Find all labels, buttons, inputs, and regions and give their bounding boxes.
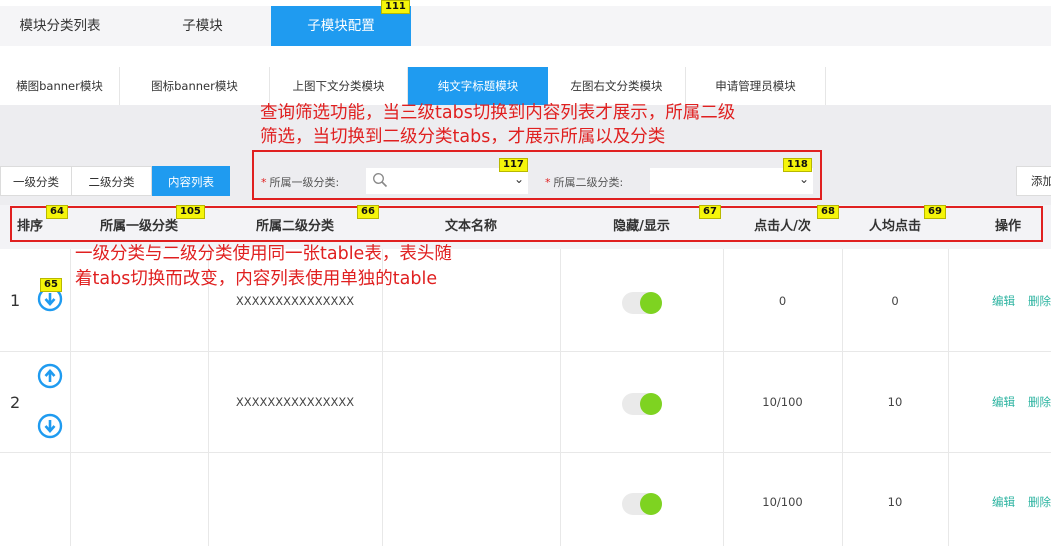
chevron-down-icon: ⌄: [513, 172, 524, 186]
table-row: 10/100 10 编辑 删除: [0, 453, 1051, 546]
search-icon: [373, 173, 388, 188]
level2-value: XXXXXXXXXXXXXXX: [235, 294, 355, 308]
tab-module-category-list[interactable]: 模块分类列表: [0, 6, 120, 46]
col-actions[interactable]: 操作: [995, 205, 1051, 249]
sub-tab-bar: 横图banner模块 图标banner模块 上图下文分类模块 纯文字标题模块 左…: [0, 67, 1051, 105]
badge-col-visible: 67: [699, 205, 721, 219]
badge-select1: 117: [499, 158, 528, 172]
move-up-icon[interactable]: [37, 363, 63, 389]
row-index: 2: [10, 393, 21, 412]
annotation-table-line2: 着tabs切换而改变，内容列表使用单独的table: [75, 269, 438, 289]
badge-row1-down: 65: [40, 278, 62, 292]
delete-link[interactable]: 删除: [1028, 394, 1051, 410]
clicks-value: 10/100: [762, 495, 803, 509]
clicks-value: 0: [778, 294, 787, 308]
annotation-filter-line2: 筛选，当切换到二级分类tabs，才展示所属以及分类: [260, 127, 666, 147]
visibility-toggle[interactable]: [622, 292, 662, 314]
avg-clicks-value: 10: [887, 495, 903, 509]
row-index: 1: [10, 291, 21, 310]
table-row: 2 XXXXXXXXXXXXXXX 10/100 10 编辑 删除: [0, 352, 1051, 453]
edit-link[interactable]: 编辑: [992, 394, 1015, 410]
tab-level2-category[interactable]: 二级分类: [71, 166, 152, 196]
subtab-icon-banner[interactable]: 图标banner模块: [120, 67, 270, 105]
delete-link[interactable]: 删除: [1028, 293, 1051, 309]
badge-col-level2: 66: [357, 205, 379, 219]
level1-filter-label: * 所属一级分类:: [261, 176, 340, 189]
subtab-apply-admin[interactable]: 申请管理员模块: [686, 67, 826, 105]
move-down-icon[interactable]: [37, 413, 63, 439]
avg-clicks-value: 10: [887, 395, 903, 409]
clicks-value: 10/100: [762, 395, 803, 409]
annotation-table-line1: 一级分类与二级分类使用同一张table表，表头随: [75, 244, 452, 264]
top-tab-bar: 模块分类列表 子模块 子模块配置: [0, 6, 1051, 46]
avg-clicks-value: 0: [891, 294, 899, 308]
subtab-text-title[interactable]: 纯文字标题模块: [408, 67, 548, 105]
badge-col-avg: 69: [924, 205, 946, 219]
tab-content-list[interactable]: 内容列表: [152, 166, 230, 196]
subtab-image-left-text-right[interactable]: 左图右文分类模块: [548, 67, 686, 105]
subtab-horizontal-banner[interactable]: 横图banner模块: [0, 67, 120, 105]
badge-tab-config: 111: [381, 0, 410, 14]
tab-submodule[interactable]: 子模块: [140, 6, 265, 46]
subtab-image-top-text-bottom[interactable]: 上图下文分类模块: [270, 67, 408, 105]
chevron-down-icon: ⌄: [798, 172, 809, 186]
level2-value: XXXXXXXXXXXXXXX: [235, 395, 355, 409]
visibility-toggle[interactable]: [622, 393, 662, 415]
badge-col-sort: 64: [46, 205, 68, 219]
tab-level1-category[interactable]: 一级分类: [0, 166, 72, 196]
badge-col-clicks: 68: [817, 205, 839, 219]
annotation-filter-line1: 查询筛选功能，当三级tabs切换到内容列表才展示，所属二级: [260, 103, 736, 123]
badge-col-level1: 105: [176, 205, 205, 219]
badge-select2: 118: [783, 158, 812, 172]
visibility-toggle[interactable]: [622, 493, 662, 515]
edit-link[interactable]: 编辑: [992, 494, 1015, 510]
delete-link[interactable]: 删除: [1028, 494, 1051, 510]
add-button[interactable]: 添加: [1016, 166, 1051, 196]
edit-link[interactable]: 编辑: [992, 293, 1015, 309]
level2-filter-label: * 所属二级分类:: [545, 176, 624, 189]
